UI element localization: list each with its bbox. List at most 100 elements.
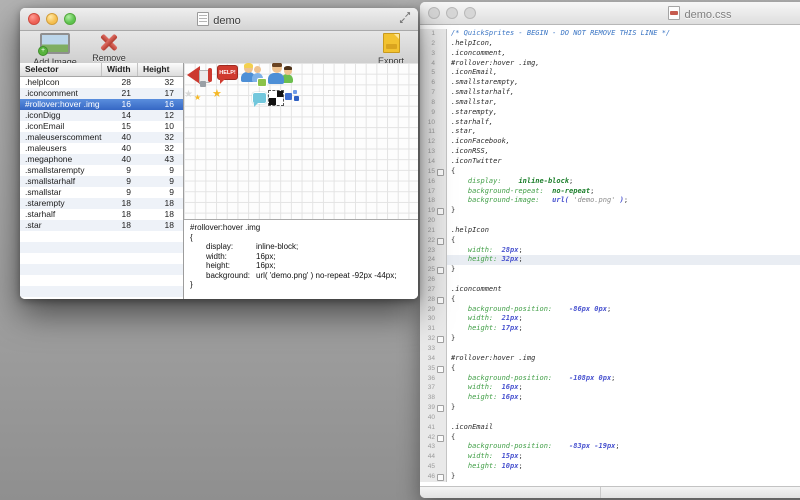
- table-row[interactable]: .star1818: [20, 220, 183, 231]
- line-number-gutter[interactable]: 41: [420, 423, 447, 433]
- line-number-gutter[interactable]: 8: [420, 98, 447, 108]
- editor-line[interactable]: 16 display: inline-block;: [420, 177, 800, 187]
- line-number-gutter[interactable]: 27: [420, 285, 447, 295]
- line-number-gutter[interactable]: 36: [420, 374, 447, 384]
- fold-toggle-icon[interactable]: [437, 474, 444, 481]
- line-number-gutter[interactable]: 10: [420, 118, 447, 128]
- fold-toggle-icon[interactable]: [437, 267, 444, 274]
- star-sprite[interactable]: ★: [212, 89, 223, 100]
- editor-line[interactable]: 38 height: 16px;: [420, 393, 800, 403]
- table-row[interactable]: .maleuserscomments4032: [20, 132, 183, 143]
- fullscreen-icon[interactable]: ↗↙: [399, 12, 411, 24]
- line-number-gutter[interactable]: 14: [420, 157, 447, 167]
- line-number-gutter[interactable]: 45: [420, 462, 447, 472]
- table-row[interactable]: .iconDigg1412: [20, 110, 183, 121]
- line-number-gutter[interactable]: 11: [420, 127, 447, 137]
- line-number-gutter[interactable]: 17: [420, 187, 447, 197]
- line-number-gutter[interactable]: 39: [420, 403, 447, 413]
- table-row[interactable]: .starempty1818: [20, 198, 183, 209]
- fold-toggle-icon[interactable]: [437, 366, 444, 373]
- editor-line[interactable]: 41.iconEmail: [420, 423, 800, 433]
- editor-line[interactable]: 10.starhalf,: [420, 118, 800, 128]
- line-number-gutter[interactable]: 24: [420, 255, 447, 265]
- editor-line[interactable]: 22{: [420, 236, 800, 246]
- table-row[interactable]: #rollover:hover .img1616: [20, 99, 183, 110]
- line-number-gutter[interactable]: 5: [420, 68, 447, 78]
- line-number-gutter[interactable]: 12: [420, 137, 447, 147]
- editor-line[interactable]: 15{: [420, 167, 800, 177]
- table-row[interactable]: .iconEmail1510: [20, 121, 183, 132]
- fold-toggle-icon[interactable]: [437, 238, 444, 245]
- line-number-gutter[interactable]: 28: [420, 295, 447, 305]
- editor-line[interactable]: 17 background-repeat: no-repeat;: [420, 187, 800, 197]
- column-header-selector[interactable]: Selector: [20, 63, 102, 76]
- column-header-height[interactable]: Height: [138, 63, 183, 76]
- editor-line[interactable]: 30 width: 21px;: [420, 314, 800, 324]
- editor-line[interactable]: 33: [420, 344, 800, 354]
- editor-line[interactable]: 19}: [420, 206, 800, 216]
- line-number-gutter[interactable]: 23: [420, 246, 447, 256]
- code-editor[interactable]: 1/* QuickSprites - BEGIN - DO NOT REMOVE…: [420, 25, 800, 487]
- fold-toggle-icon[interactable]: [437, 297, 444, 304]
- iconcomment-sprite[interactable]: [252, 92, 267, 104]
- editor-line[interactable]: 29 background-position: -86px 0px;: [420, 305, 800, 315]
- editor-line[interactable]: 21.helpIcon: [420, 226, 800, 236]
- fold-toggle-icon[interactable]: [437, 208, 444, 215]
- table-row[interactable]: .iconcomment2117: [20, 88, 183, 99]
- line-number-gutter[interactable]: 44: [420, 452, 447, 462]
- icon-cluster-sprite[interactable]: [285, 90, 300, 103]
- sprite-window-titlebar[interactable]: demo ↗↙: [20, 8, 418, 31]
- line-number-gutter[interactable]: 30: [420, 314, 447, 324]
- maleuserscomments-sprite[interactable]: [241, 63, 265, 87]
- line-number-gutter[interactable]: 4: [420, 59, 447, 69]
- editor-line[interactable]: 23 width: 28px;: [420, 246, 800, 256]
- line-number-gutter[interactable]: 43: [420, 442, 447, 452]
- starempty-sprite[interactable]: ★: [184, 90, 194, 100]
- editor-line[interactable]: 9.starempty,: [420, 108, 800, 118]
- editor-line[interactable]: 24 height: 32px;: [420, 255, 800, 265]
- editor-line[interactable]: 3.iconcomment,: [420, 49, 800, 59]
- editor-line[interactable]: 46}: [420, 472, 800, 482]
- line-number-gutter[interactable]: 40: [420, 413, 447, 423]
- table-row[interactable]: .smallstarempty99: [20, 165, 183, 176]
- editor-line[interactable]: 28{: [420, 295, 800, 305]
- editor-line[interactable]: 20: [420, 216, 800, 226]
- editor-line[interactable]: 18 background-image: url( 'demo.png' );: [420, 196, 800, 206]
- editor-line[interactable]: 31 height: 17px;: [420, 324, 800, 334]
- line-number-gutter[interactable]: 3: [420, 49, 447, 59]
- table-row[interactable]: .smallstarhalf99: [20, 176, 183, 187]
- helpIcon-sprite[interactable]: HELP!: [217, 65, 238, 80]
- editor-line[interactable]: 36 background-position: -108px 0px;: [420, 374, 800, 384]
- editor-line[interactable]: 8.smallstar,: [420, 98, 800, 108]
- editor-line[interactable]: 14.iconTwitter: [420, 157, 800, 167]
- editor-line[interactable]: 44 width: 15px;: [420, 452, 800, 462]
- line-number-gutter[interactable]: 31: [420, 324, 447, 334]
- editor-line[interactable]: 25}: [420, 265, 800, 275]
- editor-line[interactable]: 1/* QuickSprites - BEGIN - DO NOT REMOVE…: [420, 29, 800, 39]
- line-number-gutter[interactable]: 6: [420, 78, 447, 88]
- line-number-gutter[interactable]: 46: [420, 472, 447, 482]
- line-number-gutter[interactable]: 25: [420, 265, 447, 275]
- editor-line[interactable]: 26: [420, 275, 800, 285]
- line-number-gutter[interactable]: 9: [420, 108, 447, 118]
- editor-line[interactable]: 2.helpIcon,: [420, 39, 800, 49]
- line-number-gutter[interactable]: 13: [420, 147, 447, 157]
- editor-line[interactable]: 32}: [420, 334, 800, 344]
- editor-line[interactable]: 39}: [420, 403, 800, 413]
- line-number-gutter[interactable]: 1: [420, 29, 447, 39]
- maleusers-sprite[interactable]: [268, 63, 294, 86]
- editor-line[interactable]: 13.iconRSS,: [420, 147, 800, 157]
- editor-line[interactable]: 4#rollover:hover .img,: [420, 59, 800, 69]
- line-number-gutter[interactable]: 34: [420, 354, 447, 364]
- editor-line[interactable]: 45 height: 10px;: [420, 462, 800, 472]
- line-number-gutter[interactable]: 26: [420, 275, 447, 285]
- line-number-gutter[interactable]: 22: [420, 236, 447, 246]
- editor-line[interactable]: 12.iconFacebook,: [420, 137, 800, 147]
- editor-line[interactable]: 40: [420, 413, 800, 423]
- table-row[interactable]: .megaphone4043: [20, 154, 183, 165]
- editor-line[interactable]: 34#rollover:hover .img: [420, 354, 800, 364]
- editor-line[interactable]: 42{: [420, 433, 800, 443]
- line-number-gutter[interactable]: 29: [420, 305, 447, 315]
- fold-toggle-icon[interactable]: [437, 405, 444, 412]
- table-row[interactable]: .maleusers4032: [20, 143, 183, 154]
